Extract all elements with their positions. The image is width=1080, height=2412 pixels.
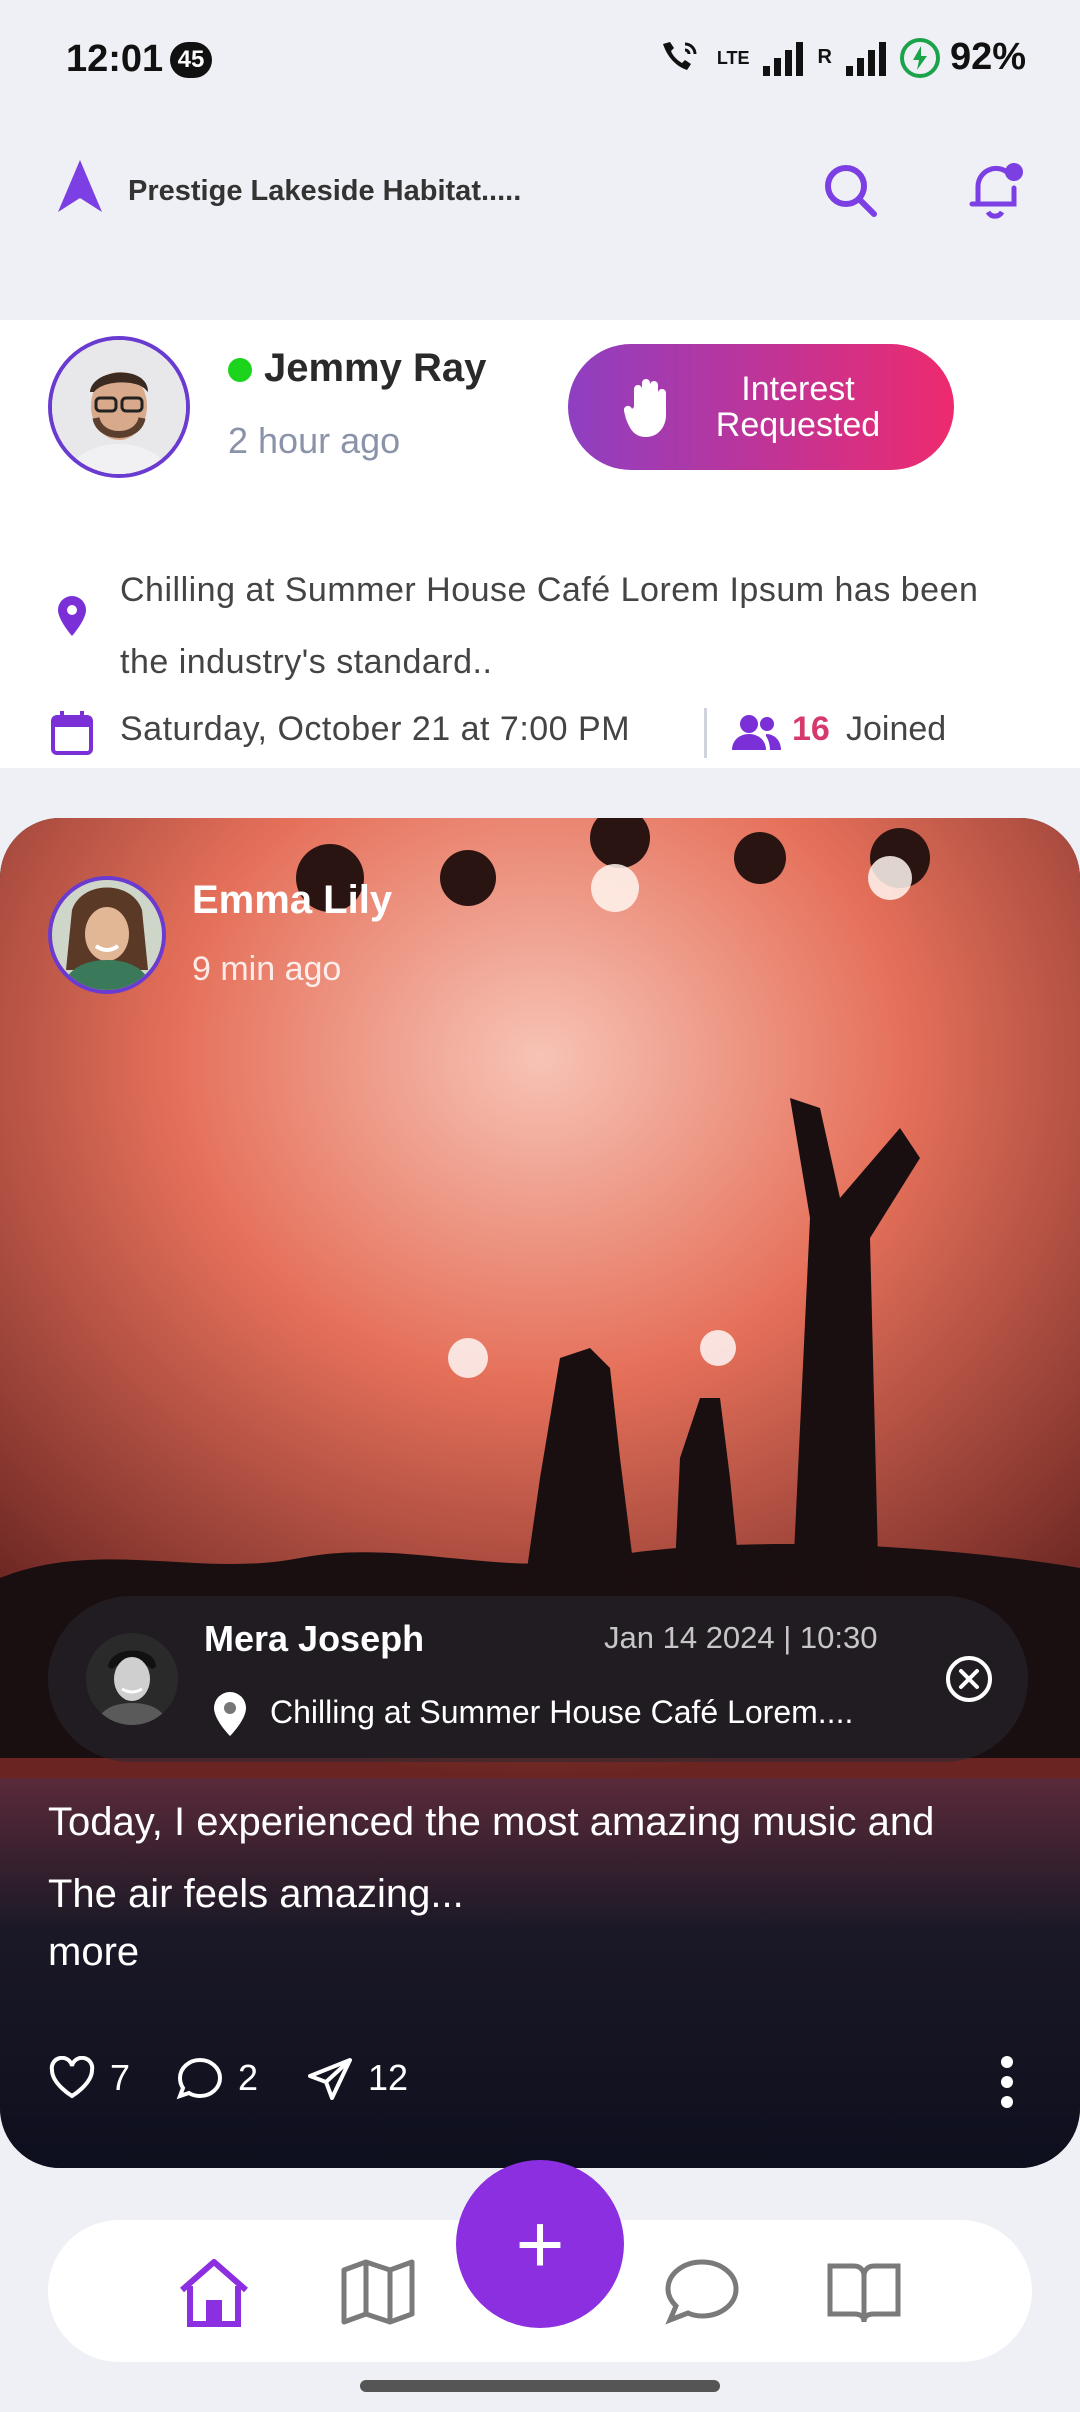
share-count: 12	[368, 2057, 409, 2098]
more-options-icon[interactable]	[992, 2054, 1022, 2110]
book-icon[interactable]	[824, 2256, 904, 2328]
add-post-button[interactable]: +	[456, 2160, 624, 2328]
status-right: LTE R 92%	[657, 36, 1026, 79]
avatar-photo	[52, 340, 186, 474]
add-icon: +	[515, 2196, 565, 2291]
people-icon	[732, 715, 781, 750]
mention-card[interactable]	[48, 1596, 1028, 1762]
mention-date: Jan 14 2024 | 10:30	[604, 1620, 878, 1655]
post-caption: Today, I experienced the most amazing mu…	[48, 1800, 935, 1916]
location-pin-icon	[58, 596, 86, 636]
lte-label: LTE	[716, 47, 750, 68]
joined-count: 16	[792, 710, 830, 748]
photo-post-card[interactable]: Emma Lily 9 min ago Mera Joseph Jan 14 2…	[0, 818, 1080, 2168]
location-pin-icon	[214, 1692, 246, 1736]
post-author-name[interactable]: Jemmy Ray	[264, 346, 486, 391]
chat-icon[interactable]	[662, 2256, 742, 2328]
logo-icon	[58, 160, 102, 212]
status-icons: LTE R	[657, 37, 940, 78]
event-location-text: Chilling at Summer House Café Lorem Ipsu…	[120, 571, 979, 681]
heart-icon	[49, 2056, 95, 2099]
battery-percent: 92%	[949, 36, 1026, 78]
event-date: Saturday, October 21 at 7:00 PM	[120, 710, 631, 748]
mention-location: Chilling at Summer House Café Lorem....	[270, 1694, 854, 1730]
comment-icon	[176, 2057, 223, 2100]
mention-name[interactable]: Mera Joseph	[204, 1618, 424, 1660]
home-icon[interactable]	[176, 2256, 252, 2328]
hand-icon	[624, 379, 666, 437]
comment-count: 2	[238, 2057, 259, 2098]
notification-count-badge: 45	[170, 42, 212, 78]
avatar-photo	[86, 1633, 178, 1725]
send-icon	[308, 2058, 352, 2100]
post-time: 9 min ago	[192, 950, 342, 988]
interest-requested-button[interactable]: Interest Requested	[568, 344, 954, 470]
share-action[interactable]: 12	[306, 2056, 408, 2100]
map-icon[interactable]	[338, 2256, 418, 2328]
like-count: 7	[110, 2057, 131, 2098]
battery-charging-icon	[899, 37, 940, 78]
online-status-dot	[228, 358, 252, 382]
joined-label: Joined	[846, 710, 947, 748]
search-icon[interactable]	[820, 160, 880, 220]
like-action[interactable]: 7	[48, 2056, 130, 2100]
comment-action[interactable]: 2	[176, 2056, 258, 2100]
avatar-emma-lily[interactable]	[48, 876, 166, 994]
signal-icon	[763, 40, 804, 76]
wifi-calling-icon	[662, 41, 697, 70]
post-time: 2 hour ago	[228, 420, 401, 461]
notification-bell-icon[interactable]	[966, 158, 1026, 222]
divider	[704, 708, 707, 758]
interest-button-label: Interest Requested	[715, 370, 881, 444]
avatar-mera-joseph[interactable]	[86, 1633, 178, 1725]
status-time: 12:01	[66, 38, 164, 80]
avatar-jemmy-ray[interactable]	[48, 336, 190, 478]
more-link[interactable]: more	[48, 1930, 139, 1975]
avatar-photo	[52, 880, 162, 990]
post-author-name[interactable]: Emma Lily	[192, 878, 392, 923]
roaming-indicator: R	[817, 46, 832, 68]
calendar-icon	[51, 711, 93, 755]
close-icon[interactable]	[944, 1654, 994, 1704]
home-indicator	[360, 2380, 720, 2392]
community-title[interactable]: Prestige Lakeside Habitat.....	[128, 175, 521, 208]
signal-icon-2	[845, 40, 886, 76]
